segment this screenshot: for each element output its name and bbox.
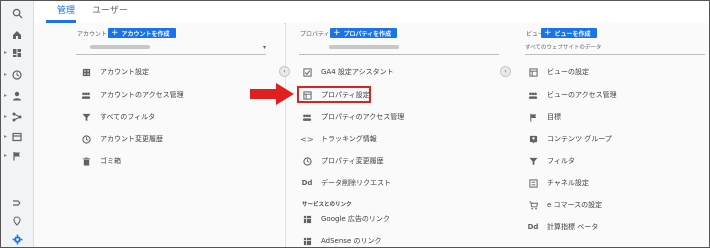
dd-icon: Dd xyxy=(301,179,313,187)
page-icon xyxy=(528,67,538,77)
history-icon xyxy=(81,134,91,144)
view-selector[interactable]: すべてのウェブサイトのデータ xyxy=(525,42,705,55)
view-filter-item[interactable]: フィルタ xyxy=(528,153,575,169)
clock-icon[interactable] xyxy=(9,67,25,83)
expand-caret-icon[interactable]: ▸ xyxy=(4,133,7,140)
property-selector[interactable] xyxy=(299,42,499,55)
plus-icon: + xyxy=(544,28,552,38)
dashboard-icon[interactable] xyxy=(9,45,25,61)
annotation-arrow xyxy=(250,83,294,105)
goals-item[interactable]: 目標 xyxy=(528,109,561,125)
acquisition-icon[interactable] xyxy=(9,109,25,125)
account-name-redacted xyxy=(90,45,150,49)
flag-icon[interactable] xyxy=(9,148,25,164)
expand-caret-icon[interactable]: ▸ xyxy=(4,71,7,78)
dd-icon: Dd xyxy=(527,223,539,231)
people-icon xyxy=(528,90,538,100)
code-icon: <> xyxy=(300,134,314,144)
channel-settings-item[interactable]: チャネル設定 xyxy=(528,175,589,191)
adsense-link-item[interactable]: AdSense のリンク xyxy=(302,233,381,247)
highlight-box xyxy=(297,86,371,103)
table-icon xyxy=(302,214,312,224)
attribution-icon[interactable] xyxy=(9,195,25,211)
collapse-column-button[interactable]: ‹ xyxy=(500,66,511,77)
flag-icon xyxy=(528,112,538,122)
create-property-button[interactable]: + プロパティを作成 xyxy=(330,28,398,38)
expand-caret-icon[interactable]: ▸ xyxy=(4,92,7,99)
dropdown-arrow-icon: ▾ xyxy=(262,44,266,51)
building-icon xyxy=(81,67,91,77)
expand-caret-icon[interactable]: ▸ xyxy=(4,152,7,159)
ecommerce-settings-item[interactable]: e コマースの設定 xyxy=(528,197,602,213)
ga4-setup-assistant-item[interactable]: GA4 設定アシスタント xyxy=(302,64,394,80)
home-icon[interactable] xyxy=(9,27,25,43)
create-view-button[interactable]: + ビューを作成 xyxy=(541,28,597,38)
people-icon xyxy=(81,90,91,100)
expand-caret-icon[interactable]: ▸ xyxy=(4,49,7,56)
tab-admin[interactable]: 管理 xyxy=(57,3,75,16)
account-header: アカウント xyxy=(77,31,108,38)
account-selector[interactable]: ▾ xyxy=(76,42,266,55)
content-group-item[interactable]: コンテンツ グループ xyxy=(528,131,612,147)
property-name-redacted xyxy=(329,45,399,49)
search-icon[interactable] xyxy=(9,5,25,21)
property-header: プロパティ xyxy=(300,31,330,38)
account-history-item[interactable]: アカウント変更履歴 xyxy=(81,131,163,147)
data-deletion-request-item[interactable]: Dd データ削除リクエスト xyxy=(302,175,391,191)
behavior-icon[interactable] xyxy=(9,129,25,145)
person-pin-icon xyxy=(528,134,538,144)
channel-icon xyxy=(528,178,538,188)
view-column: ビュー + ビューを作成 すべてのウェブサイトのデータ ビューの設定 ビューのアク… xyxy=(506,23,709,247)
google-ads-link-item[interactable]: Google 広告のリンク xyxy=(302,211,390,227)
admin-screen: ▸ ▸ ▸ ▸ ▸ ▸ 管理 ユーザー アカウント + アカウントを作成 ▾ ア… xyxy=(0,0,710,248)
account-settings-item[interactable]: アカウント設定 xyxy=(81,64,149,80)
filter-icon xyxy=(528,156,538,166)
plus-icon: + xyxy=(111,28,119,38)
collapse-column-button[interactable]: ‹ xyxy=(279,66,290,77)
history-icon xyxy=(302,156,312,166)
create-account-button[interactable]: + アカウントを作成 xyxy=(108,28,176,38)
view-settings-item[interactable]: ビューの設定 xyxy=(528,64,589,80)
trash-item[interactable]: ゴミ箱 xyxy=(81,153,121,169)
people-icon xyxy=(302,112,312,122)
discover-icon[interactable] xyxy=(9,213,25,229)
person-icon[interactable] xyxy=(9,88,25,104)
tracking-info-item[interactable]: <> トラッキング情報 xyxy=(300,131,377,147)
top-tabs: 管理 ユーザー xyxy=(34,1,709,24)
account-column: アカウント + アカウントを作成 ▾ アカウント設定 アカウントのアクセス管理 す… xyxy=(34,23,284,247)
trash-icon xyxy=(81,156,91,166)
property-column: プロパティ + プロパティを作成 GA4 設定アシスタント プロパティ設定 プロパ… xyxy=(285,23,507,247)
view-access-item[interactable]: ビューのアクセス管理 xyxy=(528,87,617,103)
calculated-metrics-item[interactable]: Dd 計算指標 ベータ xyxy=(527,219,599,235)
services-link-heading: サービスとのリンク xyxy=(302,202,352,208)
all-filters-item[interactable]: すべてのフィルタ xyxy=(81,109,155,125)
admin-gear-icon[interactable] xyxy=(9,231,25,247)
table-icon xyxy=(302,236,312,246)
account-access-item[interactable]: アカウントのアクセス管理 xyxy=(81,87,184,103)
plus-icon: + xyxy=(333,28,341,38)
checkbox-icon xyxy=(302,67,312,77)
property-history-item[interactable]: プロパティ変更履歴 xyxy=(302,153,384,169)
tab-user[interactable]: ユーザー xyxy=(92,3,128,16)
left-nav-rail: ▸ ▸ ▸ ▸ ▸ ▸ xyxy=(1,1,34,247)
property-access-item[interactable]: プロパティのアクセス管理 xyxy=(302,109,404,125)
filter-icon xyxy=(81,112,91,122)
cart-icon xyxy=(528,200,538,210)
expand-caret-icon[interactable]: ▸ xyxy=(4,113,7,120)
